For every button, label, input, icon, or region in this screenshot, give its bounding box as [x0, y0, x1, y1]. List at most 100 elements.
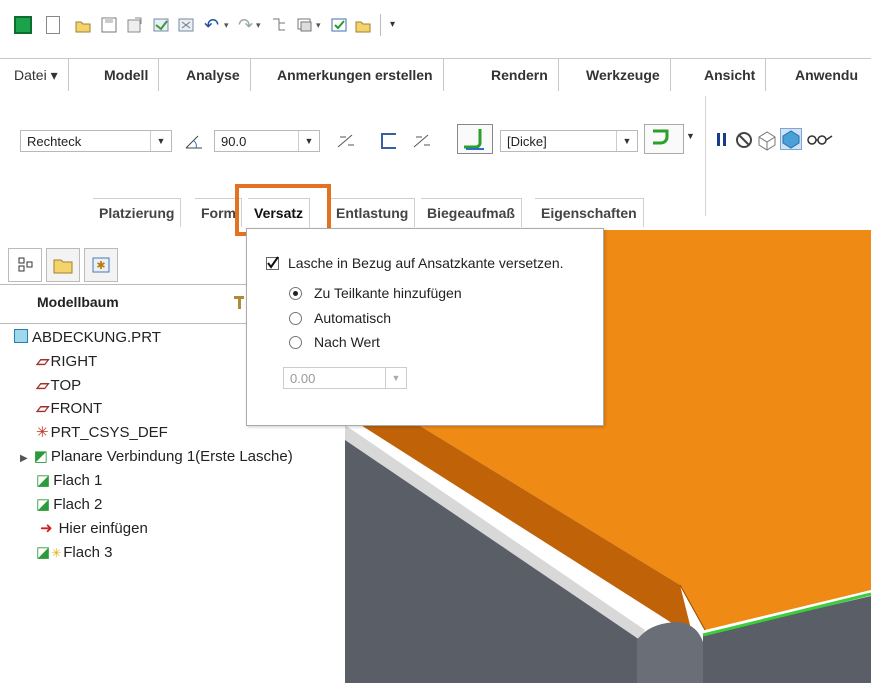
tree-item-label: Hier einfügen [58, 520, 148, 537]
thickness-input-value: [Dicke] [507, 134, 547, 149]
tab-entlastung[interactable]: Entlastung [330, 198, 416, 227]
tree-item-label: Flach 2 [53, 496, 103, 513]
regenerate-icon[interactable] [126, 16, 144, 34]
tab-analyse[interactable]: Analyse [176, 59, 251, 91]
settings-icon[interactable] [232, 292, 246, 310]
tab-rendern[interactable]: Rendern [481, 59, 559, 91]
new-icon[interactable] [46, 16, 60, 34]
tree-item-label: Flach 3 [63, 544, 113, 561]
part-icon [14, 329, 28, 343]
model-tree-title: Modellbaum [37, 294, 119, 310]
verify-glasses-icon[interactable] [806, 130, 836, 148]
find-icon[interactable] [270, 16, 288, 34]
flip-side-icon[interactable] [410, 131, 432, 151]
verify-icon[interactable] [330, 16, 348, 34]
new-feature-icon: ✳ [51, 546, 62, 560]
no-preview-icon[interactable] [734, 130, 754, 150]
tab-eigenschaften[interactable]: Eigenschaften [535, 198, 644, 227]
offset-value-input[interactable]: 0.00 ▼ [283, 367, 407, 389]
model-tree-tab[interactable] [8, 248, 42, 282]
thickness-side-button[interactable] [457, 124, 493, 154]
tab-ansicht[interactable]: Ansicht [694, 59, 767, 91]
shape-select[interactable]: Rechteck ▼ [20, 130, 172, 152]
datum-plane-icon: ▱ [36, 400, 48, 417]
tree-item-front[interactable]: ▱ FRONT [36, 398, 102, 420]
quick-access-toolbar: ↶ ▾ ↷ ▾ ▾ ▾ [0, 0, 871, 50]
thickness-input[interactable]: [Dicke] ▼ [500, 130, 638, 152]
folder-browser-tab[interactable] [46, 248, 80, 282]
tree-item-flach3[interactable]: ◪✳ Flach 3 [36, 542, 112, 564]
tree-item-part[interactable]: ABDECKUNG.PRT [14, 327, 161, 349]
bend-relief-button[interactable] [644, 124, 684, 154]
tree-item-label: ABDECKUNG.PRT [32, 329, 161, 346]
radio-nach-wert-label: Nach Wert [314, 334, 380, 350]
angle-input[interactable]: 90.0 ▼ [214, 130, 320, 152]
tree-item-label: TOP [50, 377, 82, 394]
tree-item-label: FRONT [50, 400, 103, 417]
angle-icon [182, 131, 212, 151]
ribbon-tabs: Datei ▾ Modell Analyse Anmerkungen erste… [0, 58, 871, 93]
flat-icon: ◪ [36, 544, 51, 561]
expand-arrow-icon[interactable]: ▶ [20, 453, 28, 464]
chevron-down-icon: ▼ [150, 131, 171, 151]
radio-teilkante-label: Zu Teilkante hinzufügen [314, 285, 462, 301]
profile-icon[interactable] [378, 131, 400, 151]
tree-item-csys[interactable]: ✳ PRT_CSYS_DEF [36, 422, 168, 444]
folder-icon[interactable] [354, 16, 372, 34]
pause-icon[interactable] [716, 131, 728, 149]
tree-item-label: RIGHT [50, 353, 98, 370]
angle-input-value: 90.0 [221, 134, 247, 149]
radio-nach-wert[interactable] [289, 336, 302, 349]
save-icon[interactable] [100, 16, 118, 34]
flip-angle-icon[interactable] [334, 131, 356, 151]
preview-mesh-icon[interactable] [756, 129, 778, 151]
flat-icon: ◪ [36, 472, 51, 489]
datum-plane-icon: ▱ [36, 377, 48, 394]
tab-werkzeuge[interactable]: Werkzeuge [576, 59, 671, 91]
radio-automatisch[interactable] [289, 312, 302, 325]
chevron-down-icon: ▼ [298, 131, 319, 151]
tree-item-flach1[interactable]: ◪ Flach 1 [36, 470, 102, 492]
tab-platzierung[interactable]: Platzierung [93, 198, 182, 227]
svg-text:✱: ✱ [96, 260, 105, 272]
tab-anmerkungen[interactable]: Anmerkungen erstellen [267, 59, 444, 91]
toolbar-separator [380, 14, 381, 36]
ribbon-separator [705, 96, 706, 216]
datum-plane-icon: ▱ [36, 353, 48, 370]
tree-item-insert-here[interactable]: ➜ Hier einfügen [40, 518, 148, 540]
shape-select-value: Rechteck [27, 134, 82, 149]
tree-item-label: Flach 1 [53, 472, 103, 489]
undo-icon[interactable]: ↶ [204, 16, 222, 34]
offset-checkbox[interactable] [266, 256, 279, 270]
csys-icon: ✳ [36, 424, 49, 441]
tree-item-label: PRT_CSYS_DEF [50, 424, 168, 441]
bend-relief-dropdown-icon[interactable]: ▼ [686, 131, 695, 141]
app-icon[interactable] [14, 16, 32, 34]
preview-solid-icon[interactable] [780, 128, 802, 150]
radio-teilkante[interactable] [289, 287, 302, 300]
tab-biegeaufmass[interactable]: Biegeaufmaß [421, 198, 522, 227]
chevron-down-icon: ▼ [385, 368, 406, 388]
offset-checkbox-label: Lasche in Bezug auf Ansatzkante versetze… [288, 255, 564, 271]
window-icon[interactable] [152, 16, 170, 34]
tab-datei[interactable]: Datei ▾ [4, 59, 69, 91]
tree-item-planar[interactable]: ▶ ◩ Planare Verbindung 1(Erste Lasche) [20, 446, 293, 468]
insert-arrow-icon: ➜ [40, 520, 53, 537]
switch-window-icon[interactable] [296, 16, 314, 34]
redo-icon[interactable]: ↷ [238, 16, 256, 34]
versatz-panel: Lasche in Bezug auf Ansatzkante versetze… [246, 228, 604, 426]
tree-item-top[interactable]: ▱ TOP [36, 375, 81, 397]
offset-value: 0.00 [290, 371, 316, 386]
customize-icon[interactable]: ▾ [390, 16, 408, 34]
favorites-tab[interactable]: ✱ [84, 248, 118, 282]
tree-item-label: Planare Verbindung 1(Erste Lasche) [50, 448, 293, 465]
planar-icon: ◩ [33, 448, 48, 465]
flat-icon: ◪ [36, 496, 51, 513]
tab-modell[interactable]: Modell [94, 59, 160, 91]
tab-anwendungen[interactable]: Anwendu [785, 59, 868, 91]
tree-item-right[interactable]: ▱ RIGHT [36, 351, 97, 373]
tree-item-flach2[interactable]: ◪ Flach 2 [36, 494, 102, 516]
close-window-icon[interactable] [177, 16, 195, 34]
chevron-down-icon: ▼ [616, 131, 637, 151]
open-icon[interactable] [74, 16, 92, 34]
